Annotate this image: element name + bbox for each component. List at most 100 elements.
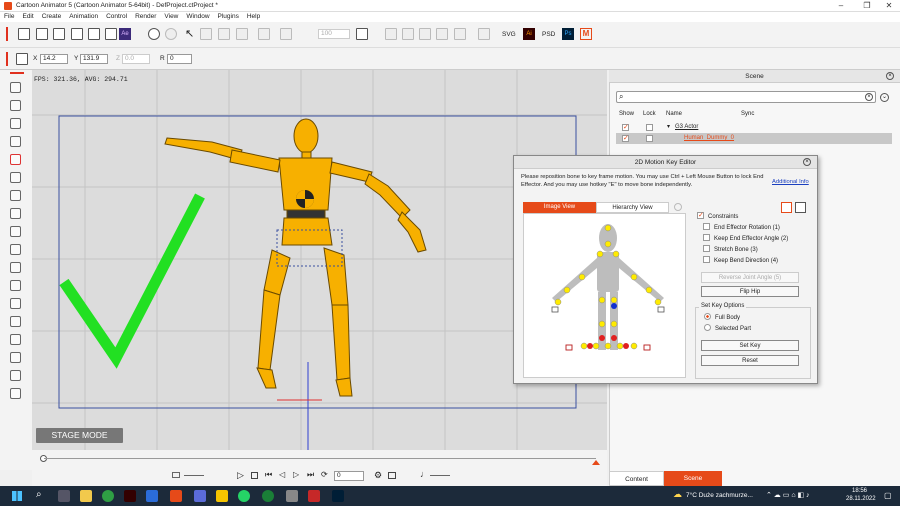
menu-control[interactable]: Control xyxy=(102,12,131,22)
export-video-icon[interactable] xyxy=(105,28,117,40)
illustrator-icon[interactable]: Ai xyxy=(523,28,535,40)
row-name[interactable]: Human_Dummy_0 xyxy=(684,133,734,144)
export-icon[interactable] xyxy=(88,28,100,40)
move-icon[interactable] xyxy=(385,28,397,40)
whatsapp-icon[interactable] xyxy=(238,490,250,502)
open-project-icon[interactable] xyxy=(36,28,48,40)
paste-icon[interactable] xyxy=(218,28,230,40)
notifications-icon[interactable]: ▢ xyxy=(884,491,892,500)
tool-icon-8[interactable] xyxy=(10,208,21,219)
r-field[interactable]: 0 xyxy=(167,54,192,64)
redo-icon[interactable] xyxy=(165,28,177,40)
play-icon[interactable]: ▷ xyxy=(237,470,244,481)
loop-icon[interactable]: ⟳ xyxy=(321,470,328,479)
menu-help[interactable]: Help xyxy=(243,12,264,22)
chrome-icon[interactable] xyxy=(102,490,114,502)
flip-hip-button[interactable]: Flip Hip xyxy=(701,286,799,297)
clear-search-icon[interactable]: × xyxy=(865,93,873,101)
pan-icon[interactable] xyxy=(419,28,431,40)
stage-mode-button[interactable]: STAGE MODE xyxy=(36,428,123,443)
maximize-icon[interactable]: ❐ xyxy=(856,0,878,12)
menu-render[interactable]: Render xyxy=(131,12,160,22)
tool-icon-13[interactable] xyxy=(10,298,21,309)
expand-arrow-icon[interactable]: ▾ xyxy=(667,122,670,133)
row-name[interactable]: G3 Actor xyxy=(675,122,698,133)
reset-button[interactable]: Reset xyxy=(701,355,799,366)
tool-icon-14[interactable] xyxy=(10,316,21,327)
volume-slider[interactable] xyxy=(430,475,450,476)
windows-start-icon[interactable] xyxy=(12,491,22,501)
pin-icon[interactable] xyxy=(795,202,806,213)
align-icon[interactable] xyxy=(236,28,248,40)
first-frame-icon[interactable]: ⏮ xyxy=(265,470,272,480)
zoom-slider[interactable] xyxy=(184,475,204,476)
checkbox[interactable] xyxy=(703,223,710,230)
rotate-icon[interactable] xyxy=(436,28,448,40)
lock-checkbox[interactable] xyxy=(646,135,653,142)
close-panel-icon[interactable]: × xyxy=(886,72,894,80)
zoom-icon[interactable] xyxy=(172,472,180,478)
radio-selected[interactable] xyxy=(704,313,711,320)
music-note-icon[interactable]: ♩ xyxy=(420,469,429,479)
new-project-icon[interactable] xyxy=(18,28,30,40)
menu-animation[interactable]: Animation xyxy=(65,12,102,22)
tool-icon-12[interactable] xyxy=(10,280,21,291)
view-option-icon[interactable] xyxy=(674,203,682,211)
app-taskbar-icon[interactable] xyxy=(286,490,298,502)
home-icon[interactable] xyxy=(454,28,466,40)
tool-icon-5[interactable] xyxy=(10,154,21,165)
tab-hierarchy-view[interactable]: Hierarchy View xyxy=(596,202,669,213)
clock-date[interactable]: 28.11.2022 xyxy=(846,496,876,502)
constraints-option[interactable]: ✓ Constraints xyxy=(697,212,738,222)
file-explorer-icon[interactable] xyxy=(80,490,92,502)
close-dialog-icon[interactable]: × xyxy=(803,158,811,166)
clock-time[interactable]: 18:56 xyxy=(852,488,867,494)
task-view-icon[interactable] xyxy=(58,490,70,502)
tab-content[interactable]: Content xyxy=(609,471,664,486)
stop-icon[interactable] xyxy=(251,472,258,479)
filter-icon[interactable]: ⌄ xyxy=(880,93,889,102)
import-icon[interactable] xyxy=(71,28,83,40)
checkbox[interactable] xyxy=(703,245,710,252)
tool-icon-1[interactable] xyxy=(10,82,21,93)
tool-icon-9[interactable] xyxy=(10,226,21,237)
tab-image-view[interactable]: Image View xyxy=(523,202,596,213)
scene-row[interactable]: ✓ Human_Dummy_0 xyxy=(616,133,892,144)
app-taskbar-icon[interactable] xyxy=(308,490,320,502)
x-field[interactable]: 14.2 xyxy=(40,54,68,64)
radio[interactable] xyxy=(704,324,711,331)
selected-part-radio[interactable]: Selected Part xyxy=(704,324,751,334)
frame-field[interactable]: 0 xyxy=(334,471,364,481)
tab-scene[interactable]: Scene xyxy=(664,471,722,486)
timeline-end-marker[interactable] xyxy=(592,460,600,465)
app-taskbar-icon[interactable] xyxy=(194,490,206,502)
reverse-joint-angle-button[interactable]: Reverse Joint Angle (5) xyxy=(701,272,799,283)
psd-label[interactable]: PSD xyxy=(542,31,555,38)
weather-text[interactable]: 7°C Duże zachmurze... xyxy=(686,492,753,499)
show-checkbox[interactable]: ✓ xyxy=(622,124,629,131)
tool-icon-15[interactable] xyxy=(10,334,21,345)
scene-search-input[interactable]: ⌕ × xyxy=(616,91,876,103)
link-icon[interactable] xyxy=(258,28,270,40)
reset-transform-icon[interactable] xyxy=(356,28,368,40)
scale-icon[interactable] xyxy=(402,28,414,40)
undo-icon[interactable] xyxy=(148,28,160,40)
option-keep-bend-direction[interactable]: Keep Bend Direction (4) xyxy=(703,256,778,266)
tool-icon-18[interactable] xyxy=(10,388,21,399)
copy-icon[interactable] xyxy=(200,28,212,40)
close-icon[interactable]: ✕ xyxy=(878,0,900,12)
grid-toggle-icon[interactable] xyxy=(781,202,792,213)
menu-window[interactable]: Window xyxy=(182,12,213,22)
photoshop-taskbar-icon[interactable] xyxy=(332,490,344,502)
last-frame-icon[interactable]: ⏭ xyxy=(307,470,314,480)
option-keep-end-effector-angle[interactable]: Keep End Effector Angle (2) xyxy=(703,234,788,244)
opacity-field[interactable]: 100 xyxy=(318,29,350,39)
tool-icon-6[interactable] xyxy=(10,172,21,183)
lock-checkbox[interactable] xyxy=(646,124,653,131)
prev-frame-icon[interactable]: ◁ xyxy=(279,470,285,479)
visibility-icon[interactable] xyxy=(280,28,292,40)
z-field[interactable]: 0.0 xyxy=(122,54,150,64)
menu-file[interactable]: File xyxy=(0,12,18,22)
audio-icon[interactable] xyxy=(478,28,490,40)
svg-label[interactable]: SVG xyxy=(502,31,516,38)
